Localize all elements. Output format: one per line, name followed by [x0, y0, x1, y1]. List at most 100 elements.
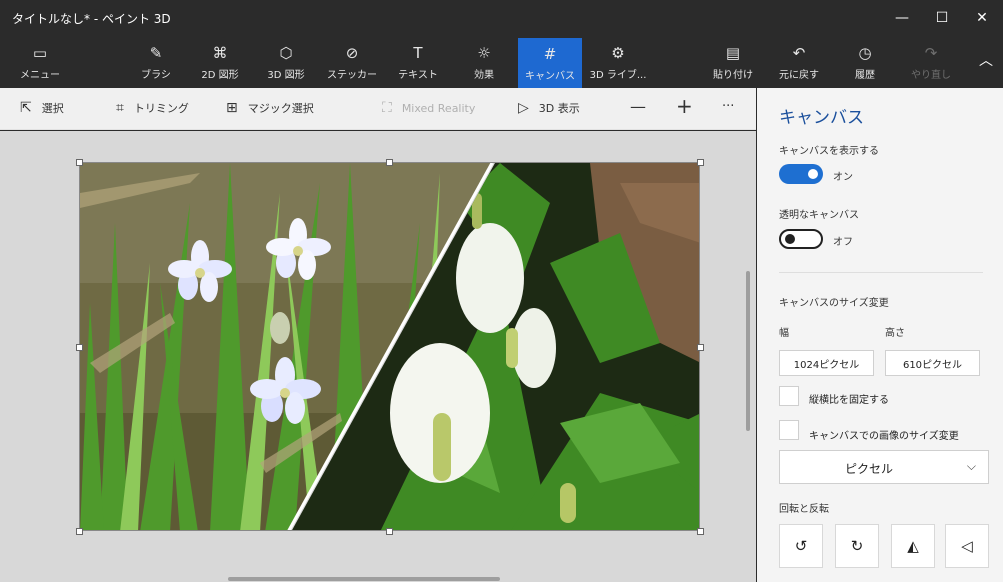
unit-dropdown[interactable]: ピクセル ⌵	[779, 450, 989, 484]
minimize-icon: —	[895, 10, 909, 26]
title-bar: タイトルなし* - ペイント 3D — ☐ ✕	[0, 0, 1003, 36]
brush-label: ブラシ	[141, 69, 171, 81]
shapes-3d-label: 3D 図形	[267, 69, 305, 81]
resize-handle-s[interactable]	[386, 528, 393, 535]
history-button[interactable]: ◷ 履歴	[833, 38, 897, 86]
shapes-3d-button[interactable]: ⬡ 3D 図形	[254, 38, 318, 86]
chevron-down-icon: ⌵	[966, 459, 976, 473]
flip-horizontal-icon: ◭	[907, 537, 919, 555]
resize-handle-sw[interactable]	[76, 528, 83, 535]
brush-icon: ✎	[149, 43, 163, 62]
chevron-up-icon: ︿	[979, 53, 993, 69]
transparent-canvas-toggle[interactable]	[779, 229, 823, 249]
redo-button[interactable]: ↷ やり直し	[899, 38, 963, 86]
3d-view-button[interactable]: ▷ 3D 表示	[518, 100, 580, 116]
paste-label: 貼り付け	[713, 69, 753, 81]
show-canvas-label: キャンバスを表示する	[779, 146, 879, 157]
flip-horizontal-button[interactable]: ◭	[891, 524, 935, 568]
vertical-scrollbar[interactable]	[746, 271, 750, 431]
magic-select-tool[interactable]: ⊞ マジック選択	[226, 100, 314, 116]
show-canvas-state: オン	[833, 172, 853, 183]
lock-aspect-label: 縦横比を固定する	[809, 395, 889, 406]
horizontal-scrollbar[interactable]	[228, 577, 500, 581]
lock-aspect-checkbox[interactable]	[779, 386, 799, 406]
close-button[interactable]: ✕	[962, 0, 1002, 36]
effects-label: 効果	[474, 69, 494, 81]
resize-handle-e[interactable]	[697, 344, 704, 351]
zoom-out-icon: —	[630, 97, 646, 116]
shapes-2d-button[interactable]: ⌘ 2D 図形	[188, 38, 252, 86]
text-icon: T	[413, 43, 423, 62]
show-canvas-toggle[interactable]	[779, 164, 823, 184]
text-label: テキスト	[398, 69, 438, 81]
panel-title: キャンバス	[779, 108, 864, 128]
canvas-toolbar: ⇱ 選択 ⌗ トリミング ⊞ マジック選択 ⛶ Mixed Reality ▷ …	[0, 88, 756, 130]
window-title: タイトルなし* - ペイント 3D	[12, 12, 171, 26]
resize-handle-w[interactable]	[76, 344, 83, 351]
3d-library-button[interactable]: ⚙ 3D ライブ...	[586, 38, 650, 86]
panel-divider	[779, 272, 983, 273]
rotate-right-icon: ↻	[850, 537, 864, 555]
workspace	[0, 131, 756, 582]
menu-label: メニュー	[20, 69, 60, 81]
select-cursor-icon: ⇱	[20, 100, 32, 116]
history-icon: ◷	[858, 43, 872, 62]
photo-collage	[80, 163, 699, 530]
cube-icon: ⬡	[279, 43, 293, 62]
width-input[interactable]: 1024ピクセル	[779, 350, 874, 376]
flip-vertical-button[interactable]: ◁	[945, 524, 989, 568]
maximize-button[interactable]: ☐	[922, 0, 962, 36]
paste-button[interactable]: ▤ 貼り付け	[701, 38, 765, 86]
menu-button[interactable]: ▭ メニュー	[8, 38, 72, 86]
menu-icon: ▭	[32, 43, 48, 62]
rotate-right-button[interactable]: ↻	[835, 524, 879, 568]
clipboard-icon: ▤	[725, 43, 741, 62]
mixed-reality-icon: ⛶	[382, 100, 392, 116]
sticker-icon: ⊘	[345, 43, 359, 62]
select-tool[interactable]: ⇱ 選択	[20, 100, 64, 116]
magic-select-icon: ⊞	[226, 100, 238, 116]
rotate-flip-title: 回転と反転	[779, 504, 829, 515]
flip-vertical-icon: ◁	[961, 537, 973, 555]
undo-label: 元に戻す	[779, 69, 819, 81]
text-tool-button[interactable]: T テキスト	[386, 38, 450, 86]
zoom-out-button[interactable]: —	[630, 97, 646, 116]
undo-button[interactable]: ↶ 元に戻す	[767, 38, 831, 86]
height-input[interactable]: 610ピクセル	[885, 350, 980, 376]
3d-view-label: 3D 表示	[538, 102, 580, 115]
resize-handle-se[interactable]	[697, 528, 704, 535]
canvas-button[interactable]: # キャンバス	[518, 38, 582, 88]
resize-handle-nw[interactable]	[76, 159, 83, 166]
canvas-label: キャンバス	[525, 70, 575, 82]
redo-label: やり直し	[911, 69, 951, 81]
shapes-2d-icon: ⌘	[212, 43, 228, 62]
crop-label: トリミング	[133, 102, 189, 115]
unit-value: ピクセル	[844, 462, 893, 476]
height-label: 高さ	[885, 328, 905, 339]
magic-select-label: マジック選択	[247, 102, 314, 115]
resize-handle-ne[interactable]	[697, 159, 704, 166]
mixed-reality-button[interactable]: ⛶ Mixed Reality	[382, 100, 475, 116]
zoom-in-button[interactable]: +	[676, 94, 693, 118]
rotate-left-button[interactable]: ↺	[779, 524, 823, 568]
ribbon: ▭ メニュー ✎ ブラシ ⌘ 2D 図形 ⬡ 3D 図形 ⊘ ステッカー T テ…	[0, 36, 1003, 88]
effects-button[interactable]: ☼ 効果	[452, 38, 516, 86]
width-label: 幅	[779, 328, 789, 339]
crop-tool[interactable]: ⌗ トリミング	[116, 100, 189, 116]
library-icon: ⚙	[611, 43, 625, 62]
undo-icon: ↶	[792, 43, 806, 62]
resize-section-title: キャンバスのサイズ変更	[779, 298, 889, 309]
stickers-button[interactable]: ⊘ ステッカー	[320, 38, 384, 86]
collapse-ribbon-button[interactable]: ︿	[966, 42, 1003, 78]
maximize-icon: ☐	[935, 10, 949, 26]
resize-handle-n[interactable]	[386, 159, 393, 166]
history-label: 履歴	[855, 69, 875, 81]
mixed-reality-label: Mixed Reality	[401, 101, 476, 115]
brush-tool-button[interactable]: ✎ ブラシ	[124, 38, 188, 86]
more-options-button[interactable]: ···	[722, 99, 734, 114]
close-icon: ✕	[976, 10, 988, 26]
canvas-image[interactable]	[79, 162, 700, 531]
transparent-canvas-label: 透明なキャンバス	[779, 210, 859, 221]
minimize-button[interactable]: —	[882, 0, 922, 36]
resize-image-checkbox[interactable]	[779, 420, 799, 440]
